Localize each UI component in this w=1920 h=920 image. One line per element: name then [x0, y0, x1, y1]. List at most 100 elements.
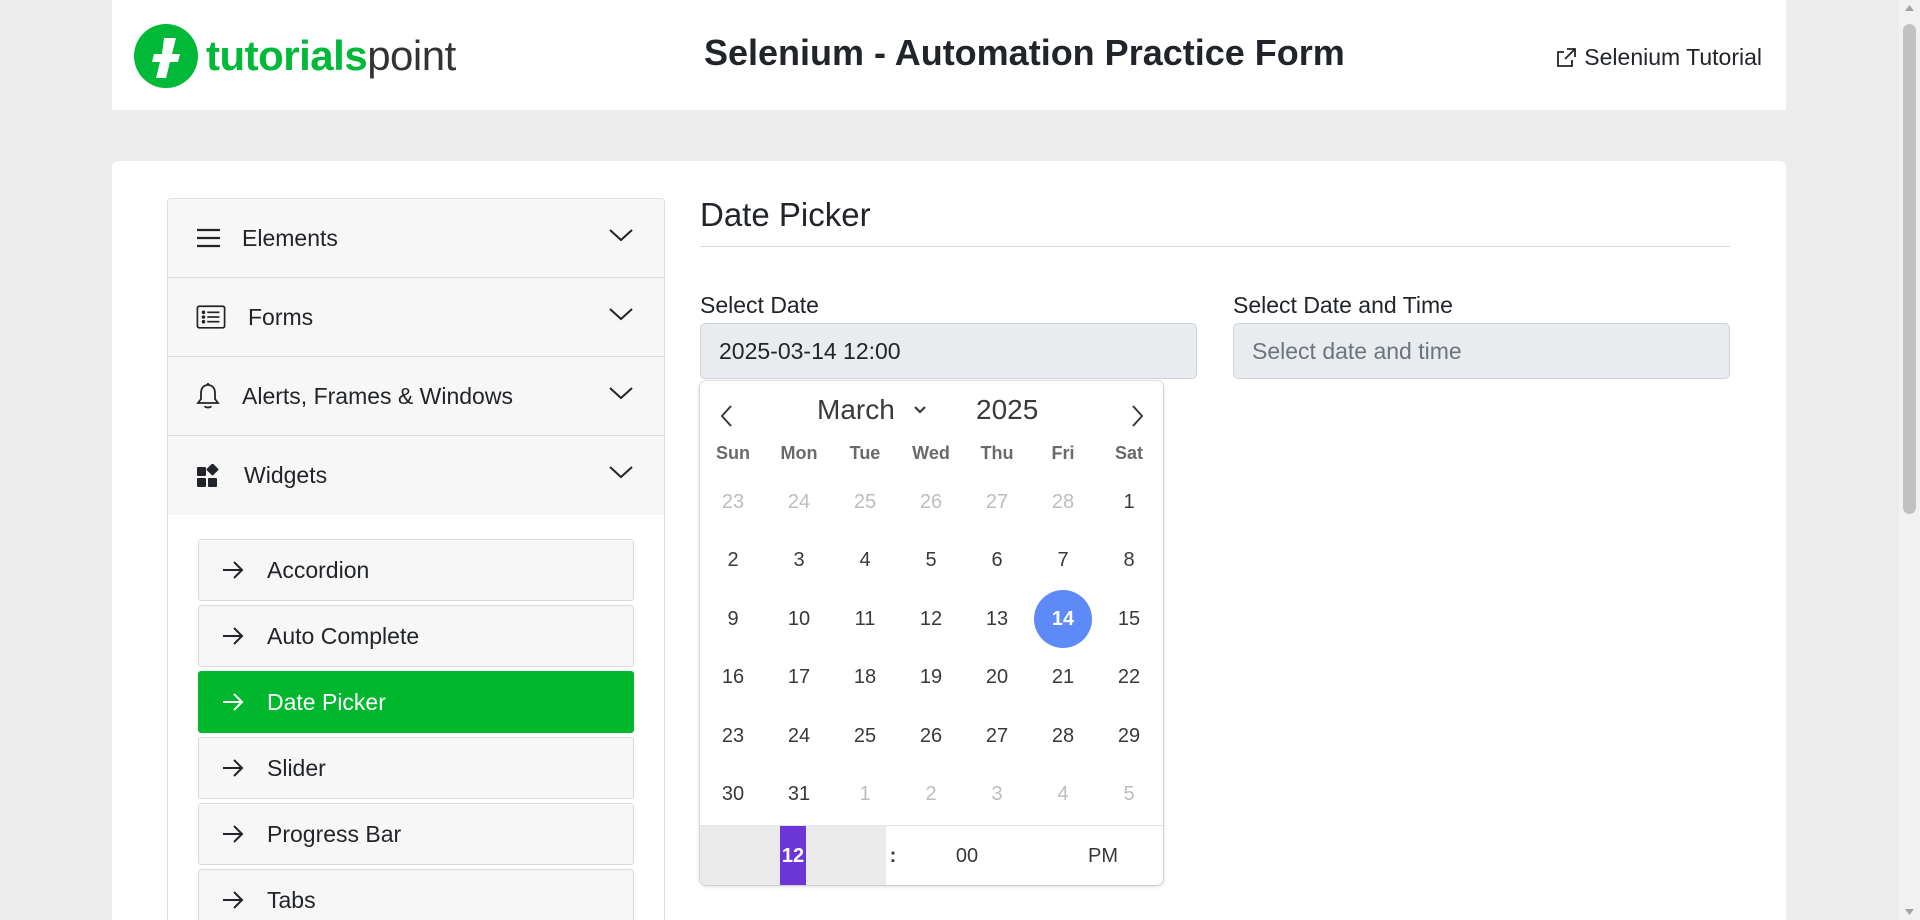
logo-mark-icon: [134, 24, 198, 88]
calendar-day[interactable]: 1: [836, 765, 894, 823]
weekday-label: Thu: [980, 443, 1014, 463]
calendar-day[interactable]: 25: [836, 473, 894, 531]
month-select[interactable]: March: [817, 394, 927, 426]
calendar-day[interactable]: 25: [836, 707, 894, 765]
calendar-day[interactable]: 3: [770, 531, 828, 589]
sidebar-section-label: Alerts, Frames & Windows: [242, 382, 513, 409]
arrow-right-icon: [221, 560, 247, 580]
arrow-right-icon: [221, 626, 247, 646]
calendar-day[interactable]: 20: [968, 648, 1026, 706]
prev-month-button[interactable]: [718, 403, 734, 434]
sidebar-section-elements[interactable]: Elements: [168, 199, 664, 278]
calendar-day[interactable]: 4: [1034, 765, 1092, 823]
calendar-day[interactable]: 23: [704, 707, 762, 765]
calendar-day[interactable]: 3: [968, 765, 1026, 823]
weekday-label: Mon: [780, 443, 818, 463]
calendar-day[interactable]: 16: [704, 648, 762, 706]
month-label: March: [817, 394, 895, 425]
sidebar-section-alerts[interactable]: Alerts, Frames & Windows: [168, 357, 664, 436]
am-pm-toggle[interactable]: PM: [1088, 826, 1118, 885]
arrow-right-icon: [221, 758, 247, 778]
weekday-label: Sat: [1114, 443, 1143, 463]
chevron-left-icon: [720, 405, 732, 427]
calendar-day[interactable]: 18: [836, 648, 894, 706]
calendar-day[interactable]: 13: [968, 590, 1026, 648]
sidebar-section-label: Elements: [242, 224, 338, 251]
scroll-down-arrow-icon[interactable]: [1904, 908, 1915, 916]
bell-icon: [196, 382, 226, 410]
form-list-icon: [196, 304, 226, 330]
widget-item-date-picker[interactable]: Date Picker: [198, 671, 634, 733]
sidebar-section-forms[interactable]: Forms: [168, 278, 664, 357]
next-month-button[interactable]: [1130, 403, 1146, 434]
chevron-down-icon: [609, 308, 633, 321]
calendar-day[interactable]: 5: [1100, 765, 1158, 823]
calendar-day[interactable]: 24: [770, 707, 828, 765]
widget-item-label: Tabs: [267, 886, 316, 913]
logo-text-part1: tutorials: [206, 32, 368, 79]
widget-item-auto-complete[interactable]: Auto Complete: [198, 605, 634, 667]
logo-text-part2: point: [367, 32, 456, 79]
calendar-day[interactable]: 27: [968, 473, 1026, 531]
calendar-day[interactable]: 27: [968, 707, 1026, 765]
scrollbar-thumb[interactable]: [1903, 24, 1916, 514]
chevron-right-icon: [1132, 405, 1144, 427]
calendar-day[interactable]: 6: [968, 531, 1026, 589]
calendar-day[interactable]: 30: [704, 765, 762, 823]
calendar-day[interactable]: 24: [770, 473, 828, 531]
selenium-tutorial-link[interactable]: Selenium Tutorial: [1554, 44, 1762, 71]
calendar-day[interactable]: 29: [1100, 707, 1158, 765]
calendar-day[interactable]: 4: [836, 531, 894, 589]
calendar-day[interactable]: 31: [770, 765, 828, 823]
calendar-day[interactable]: 1: [1100, 473, 1158, 531]
logo-text: tutorialspoint: [206, 35, 456, 77]
calendar-day[interactable]: 19: [902, 648, 960, 706]
calendar-day[interactable]: 26: [902, 473, 960, 531]
chevron-down-icon: [609, 229, 633, 242]
calendar-day[interactable]: 11: [836, 590, 894, 648]
calendar-day[interactable]: 26: [902, 707, 960, 765]
time-picker: 12 : 00 PM: [700, 825, 1163, 885]
calendar-day[interactable]: 17: [770, 648, 828, 706]
widget-item-slider[interactable]: Slider: [198, 737, 634, 799]
calendar-day[interactable]: 9: [704, 590, 762, 648]
widget-item-progress-bar[interactable]: Progress Bar: [198, 803, 634, 865]
calendar-day[interactable]: 2: [902, 765, 960, 823]
calendar-day[interactable]: 10: [770, 590, 828, 648]
calendar-day[interactable]: 2: [704, 531, 762, 589]
calendar-day[interactable]: 28: [1034, 707, 1092, 765]
calendar-day-selected[interactable]: 14: [1034, 589, 1092, 648]
tutorialspoint-logo[interactable]: tutorialspoint: [134, 24, 456, 88]
select-datetime-input[interactable]: Select date and time: [1233, 323, 1730, 379]
calendar-day[interactable]: 12: [902, 590, 960, 648]
calendar-day[interactable]: 15: [1100, 590, 1158, 648]
calendar-day[interactable]: 23: [704, 473, 762, 531]
sidebar-section-widgets[interactable]: Widgets: [168, 436, 664, 515]
weekday-label: Fri: [1051, 443, 1075, 463]
widgets-icon: [196, 463, 226, 488]
select-date-input[interactable]: 2025-03-14 12:00: [700, 323, 1197, 379]
hour-value[interactable]: 12: [780, 826, 806, 885]
chevron-down-icon: [914, 406, 926, 414]
calendar-day[interactable]: 7: [1034, 531, 1092, 589]
calendar-day[interactable]: 5: [902, 531, 960, 589]
calendar-day[interactable]: 22: [1100, 648, 1158, 706]
select-datetime-label: Select Date and Time: [1233, 292, 1453, 318]
widget-item-label: Date Picker: [267, 688, 386, 715]
arrow-right-icon: [221, 824, 247, 844]
widget-item-label: Accordion: [267, 556, 370, 583]
year-input[interactable]: 2025: [976, 394, 1038, 426]
minute-value[interactable]: 00: [900, 826, 1034, 885]
scroll-up-arrow-icon[interactable]: [1904, 4, 1915, 12]
select-date-label: Select Date: [700, 292, 819, 318]
calendar-days-grid: 23 24 25 26 27 28 1 2 3 4 5 6 7 8 9 10 11 12 13 14 15 16 17 18 1…: [700, 473, 1163, 823]
widget-item-accordion[interactable]: Accordion: [198, 539, 634, 601]
widget-item-tabs[interactable]: Tabs: [198, 869, 634, 920]
time-separator: :: [889, 845, 897, 867]
calendar-day[interactable]: 28: [1034, 473, 1092, 531]
content-title: Date Picker: [700, 196, 1730, 247]
page-scrollbar[interactable]: [1899, 0, 1920, 920]
calendar-day[interactable]: 8: [1100, 531, 1158, 589]
arrow-right-icon: [221, 890, 247, 910]
calendar-day[interactable]: 21: [1034, 648, 1092, 706]
